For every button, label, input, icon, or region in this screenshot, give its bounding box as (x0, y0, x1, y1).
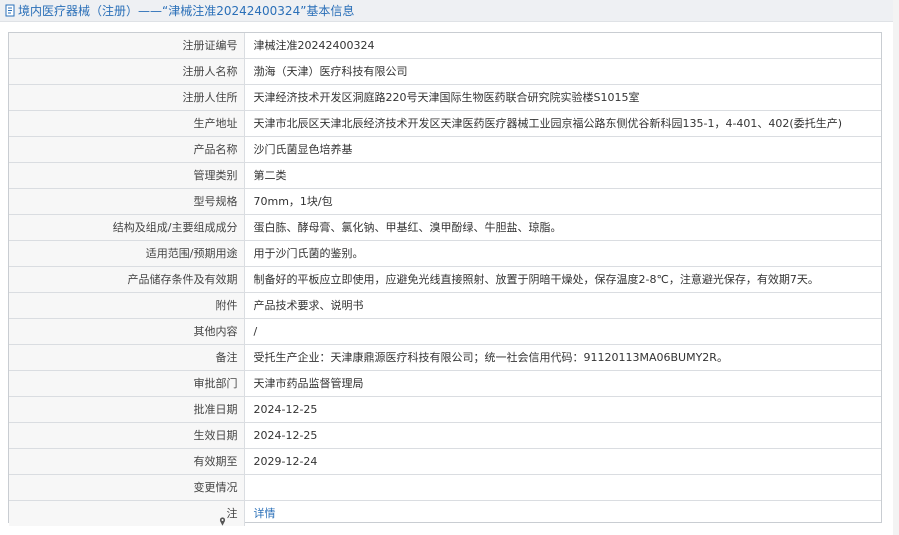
table-row: 型号规格 70mm，1块/包 (9, 188, 881, 215)
note-label-cell: 注 (9, 500, 245, 526)
field-value: 第二类 (244, 162, 881, 189)
table-row: 注册人名称 渤海（天津）医疗科技有限公司 (9, 58, 881, 85)
page-header: 境内医疗器械（注册）——“津械注准20242400324”基本信息 (0, 0, 893, 22)
field-value: 津械注准20242400324 (244, 33, 881, 59)
field-label: 产品储存条件及有效期 (9, 266, 245, 293)
scrollbar-track[interactable] (893, 0, 899, 535)
table-row: 适用范围/预期用途 用于沙门氏菌的鉴别。 (9, 240, 881, 267)
field-label: 其他内容 (9, 318, 245, 345)
table-row: 产品名称 沙门氏菌显色培养基 (9, 136, 881, 163)
pin-icon (219, 510, 226, 526)
table-row: 生效日期 2024-12-25 (9, 422, 881, 449)
field-label: 附件 (9, 292, 245, 319)
field-value: 天津经济技术开发区洞庭路220号天津国际生物医药联合研究院实验楼S1015室 (244, 84, 881, 111)
field-value: 2024-12-25 (244, 396, 881, 423)
field-label: 批准日期 (9, 396, 245, 423)
field-label: 审批部门 (9, 370, 245, 397)
details-link[interactable]: 详情 (254, 507, 276, 520)
field-label: 结构及组成/主要组成成分 (9, 214, 245, 241)
field-label: 有效期至 (9, 448, 245, 475)
field-label: 管理类别 (9, 162, 245, 189)
table-row: 注册证编号 津械注准20242400324 (9, 33, 881, 59)
table-row: 变更情况 (9, 474, 881, 501)
table-row: 结构及组成/主要组成成分 蛋白胨、酵母膏、氯化钠、甲基红、溴甲酚绿、牛胆盐、琼脂。 (9, 214, 881, 241)
page: 境内医疗器械（注册）——“津械注准20242400324”基本信息 注册证编号津… (0, 0, 899, 535)
table-row: 审批部门 天津市药品监督管理局 (9, 370, 881, 397)
document-icon (5, 4, 16, 17)
field-value: 2024-12-25 (244, 422, 881, 449)
info-panel: 注册证编号 津械注准20242400324 注册人名称 渤海（天津）医疗科技有限公司注… (8, 32, 882, 526)
table-row: 有效期至 2029-12-24 (9, 448, 881, 475)
field-label: 型号规格 (9, 188, 245, 215)
field-value: 渤海（天津）医疗科技有限公司 (244, 58, 881, 85)
field-value: 产品技术要求、说明书 (244, 292, 881, 319)
table-row: 附件 产品技术要求、说明书 (9, 292, 881, 319)
field-label: 注册人住所 (9, 84, 245, 111)
note-value-cell: 详情 (244, 501, 881, 527)
field-value: 蛋白胨、酵母膏、氯化钠、甲基红、溴甲酚绿、牛胆盐、琼脂。 (244, 214, 881, 241)
field-value: 沙门氏菌显色培养基 (244, 136, 881, 163)
info-table: 注册证编号 津械注准20242400324 注册人名称 渤海（天津）医疗科技有限公司注… (9, 33, 881, 526)
field-label: 生产地址 (9, 110, 245, 137)
note-label: 注 (226, 507, 238, 520)
field-value: / (244, 318, 881, 345)
field-value: 制备好的平板应立即使用，应避免光线直接照射、放置于阴暗干燥处，保存温度2-8℃，… (244, 266, 881, 293)
field-label: 备注 (9, 344, 245, 371)
field-label: 变更情况 (9, 474, 245, 501)
table-row: 批准日期 2024-12-25 (9, 396, 881, 423)
table-row: 注册人住所 天津经济技术开发区洞庭路220号天津国际生物医药联合研究院实验楼S10… (9, 84, 881, 111)
page-title: 境内医疗器械（注册）——“津械注准20242400324”基本信息 (18, 4, 355, 18)
field-value: 2029-12-24 (244, 448, 881, 475)
field-value (244, 474, 881, 501)
table-row: 其他内容 / (9, 318, 881, 345)
table-row: 管理类别 第二类 (9, 162, 881, 189)
field-label: 注册证编号 (9, 33, 245, 59)
field-value: 天津市北辰区天津北辰经济技术开发区天津医药医疗器械工业园京福公路东侧优谷新科园1… (244, 110, 881, 137)
field-label: 产品名称 (9, 136, 245, 163)
field-label: 注册人名称 (9, 58, 245, 85)
field-value: 70mm，1块/包 (244, 188, 881, 215)
field-label: 适用范围/预期用途 (9, 240, 245, 267)
field-value: 天津市药品监督管理局 (244, 370, 881, 397)
table-row: 备注 受托生产企业：天津康鼎源医疗科技有限公司；统一社会信用代码：91120113… (9, 344, 881, 371)
table-row: 产品储存条件及有效期 制备好的平板应立即使用，应避免光线直接照射、放置于阴暗干燥处… (9, 266, 881, 293)
table-row: 生产地址 天津市北辰区天津北辰经济技术开发区天津医药医疗器械工业园京福公路东侧优谷… (9, 110, 881, 137)
field-label: 生效日期 (9, 422, 245, 449)
table-row-note: 注 详情 (9, 500, 881, 527)
field-value: 用于沙门氏菌的鉴别。 (244, 240, 881, 267)
field-value: 受托生产企业：天津康鼎源医疗科技有限公司；统一社会信用代码：91120113MA… (244, 344, 881, 371)
